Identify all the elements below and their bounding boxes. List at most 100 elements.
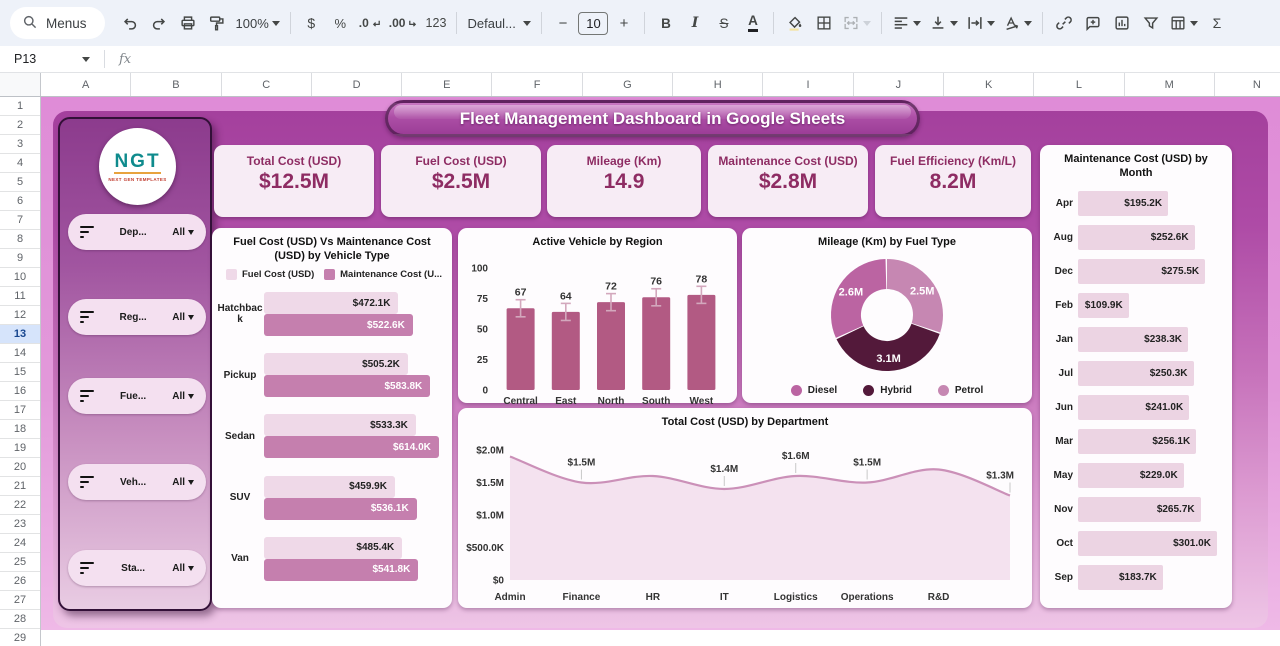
- row-header-10[interactable]: 10: [0, 268, 40, 287]
- row-header-3[interactable]: 3: [0, 135, 40, 154]
- font-size-input[interactable]: 10: [578, 12, 608, 35]
- slicer-value[interactable]: All: [172, 312, 194, 323]
- chart-mileage-by-fuel-type[interactable]: Mileage (Km) by Fuel Type 2.5M3.1M2.6M D…: [742, 228, 1032, 403]
- row-header-15[interactable]: 15: [0, 363, 40, 382]
- row-header-12[interactable]: 12: [0, 306, 40, 325]
- create-filter-button[interactable]: [1137, 10, 1164, 37]
- row-header-28[interactable]: 28: [0, 610, 40, 629]
- slicer-value[interactable]: All: [172, 563, 194, 574]
- month-row-nov: Nov$265.7K: [1046, 497, 1222, 522]
- text-rotation-button[interactable]: [1000, 10, 1035, 37]
- row-header-27[interactable]: 27: [0, 591, 40, 610]
- fill-color-button[interactable]: [781, 10, 808, 37]
- select-all-corner[interactable]: [0, 73, 41, 96]
- row-header-24[interactable]: 24: [0, 534, 40, 553]
- column-header-F[interactable]: F: [492, 73, 582, 96]
- decrease-decimal-button[interactable]: .0: [356, 10, 384, 37]
- name-box[interactable]: P13: [0, 52, 98, 66]
- decrease-font-size-button[interactable]: −: [549, 10, 576, 37]
- column-header-K[interactable]: K: [944, 73, 1034, 96]
- column-header-D[interactable]: D: [312, 73, 402, 96]
- empty-rows-area[interactable]: [41, 630, 1280, 646]
- slicer-fue[interactable]: Fue...All: [68, 378, 206, 414]
- row-header-21[interactable]: 21: [0, 477, 40, 496]
- row-header-11[interactable]: 11: [0, 287, 40, 306]
- chart-maintenance-cost-by-month[interactable]: Maintenance Cost (USD) by Month Apr$195.…: [1040, 145, 1232, 608]
- row-header-18[interactable]: 18: [0, 420, 40, 439]
- column-header-G[interactable]: G: [583, 73, 673, 96]
- chart-plot: $2.0M$1.5M$1.0M$500.0K$0AdminFinanceHRIT…: [458, 432, 1032, 613]
- row-header-7[interactable]: 7: [0, 211, 40, 230]
- row-header-23[interactable]: 23: [0, 515, 40, 534]
- row-header-17[interactable]: 17: [0, 401, 40, 420]
- row-header-14[interactable]: 14: [0, 344, 40, 363]
- column-header-N[interactable]: N: [1215, 73, 1280, 96]
- increase-decimal-button[interactable]: .00: [386, 10, 421, 37]
- row-header-13[interactable]: 13: [0, 325, 40, 344]
- row-header-25[interactable]: 25: [0, 553, 40, 572]
- column-header-H[interactable]: H: [673, 73, 763, 96]
- slicer-value[interactable]: All: [172, 477, 194, 488]
- strikethrough-button[interactable]: S: [710, 10, 737, 37]
- format-percent-button[interactable]: %: [327, 10, 354, 37]
- bar-fuel: $533.3K: [264, 414, 416, 436]
- column-header-A[interactable]: A: [41, 73, 131, 96]
- slicer-sta[interactable]: Sta...All: [68, 550, 206, 586]
- text-wrapping-button[interactable]: [963, 10, 998, 37]
- insert-comment-button[interactable]: [1079, 10, 1106, 37]
- chart-active-vehicle-by-region[interactable]: Active Vehicle by Region 100755025067Cen…: [458, 228, 737, 403]
- row-header-6[interactable]: 6: [0, 192, 40, 211]
- row-header-19[interactable]: 19: [0, 439, 40, 458]
- borders-button[interactable]: [810, 10, 837, 37]
- horizontal-align-button[interactable]: [889, 10, 924, 37]
- bar-group-van: Van$485.4K$541.8K: [216, 537, 442, 581]
- slicer-veh[interactable]: Veh...All: [68, 464, 206, 500]
- slicer-value[interactable]: All: [172, 391, 194, 402]
- text-color-button[interactable]: A: [739, 10, 766, 37]
- filter-views-button[interactable]: [1166, 10, 1201, 37]
- svg-text:Finance: Finance: [563, 592, 601, 603]
- row-header-29[interactable]: 29: [0, 629, 40, 646]
- italic-button[interactable]: I: [681, 10, 708, 37]
- column-header-C[interactable]: C: [222, 73, 312, 96]
- slicer-reg[interactable]: Reg...All: [68, 299, 206, 335]
- column-header-L[interactable]: L: [1034, 73, 1124, 96]
- row-header-8[interactable]: 8: [0, 230, 40, 249]
- row-header-26[interactable]: 26: [0, 572, 40, 591]
- formula-input[interactable]: [139, 46, 1280, 72]
- font-select[interactable]: Defaul...: [464, 10, 534, 37]
- column-header-I[interactable]: I: [763, 73, 853, 96]
- increase-font-size-button[interactable]: +: [610, 10, 637, 37]
- vertical-align-button[interactable]: [926, 10, 961, 37]
- zoom-select[interactable]: 100%: [233, 10, 283, 37]
- row-header-22[interactable]: 22: [0, 496, 40, 515]
- chart-fuel-vs-maintenance[interactable]: Fuel Cost (USD) Vs Maintenance Cost (USD…: [212, 228, 452, 608]
- functions-button[interactable]: Σ: [1203, 10, 1230, 37]
- undo-button[interactable]: [117, 10, 144, 37]
- row-header-1[interactable]: 1: [0, 97, 40, 116]
- redo-button[interactable]: [146, 10, 173, 37]
- row-header-20[interactable]: 20: [0, 458, 40, 477]
- slicer-dep[interactable]: Dep...All: [68, 214, 206, 250]
- legend-item-hybrid: Hybrid: [863, 385, 912, 396]
- number-format-button[interactable]: 123: [422, 10, 449, 37]
- row-header-5[interactable]: 5: [0, 173, 40, 192]
- column-header-E[interactable]: E: [402, 73, 492, 96]
- row-header-9[interactable]: 9: [0, 249, 40, 268]
- chart-total-cost-by-department[interactable]: Total Cost (USD) by Department $2.0M$1.5…: [458, 408, 1032, 608]
- row-header-4[interactable]: 4: [0, 154, 40, 173]
- insert-chart-button[interactable]: [1108, 10, 1135, 37]
- format-currency-button[interactable]: $: [298, 10, 325, 37]
- paint-format-button[interactable]: [204, 10, 231, 37]
- menus-button[interactable]: Menus: [10, 7, 105, 39]
- slicer-value[interactable]: All: [172, 227, 194, 238]
- column-header-M[interactable]: M: [1125, 73, 1215, 96]
- insert-link-button[interactable]: [1050, 10, 1077, 37]
- print-button[interactable]: [175, 10, 202, 37]
- bold-button[interactable]: B: [652, 10, 679, 37]
- column-header-B[interactable]: B: [131, 73, 221, 96]
- row-header-2[interactable]: 2: [0, 116, 40, 135]
- row-header-16[interactable]: 16: [0, 382, 40, 401]
- column-header-J[interactable]: J: [854, 73, 944, 96]
- sheet-canvas[interactable]: Fleet Management Dashboard in Google She…: [41, 97, 1280, 646]
